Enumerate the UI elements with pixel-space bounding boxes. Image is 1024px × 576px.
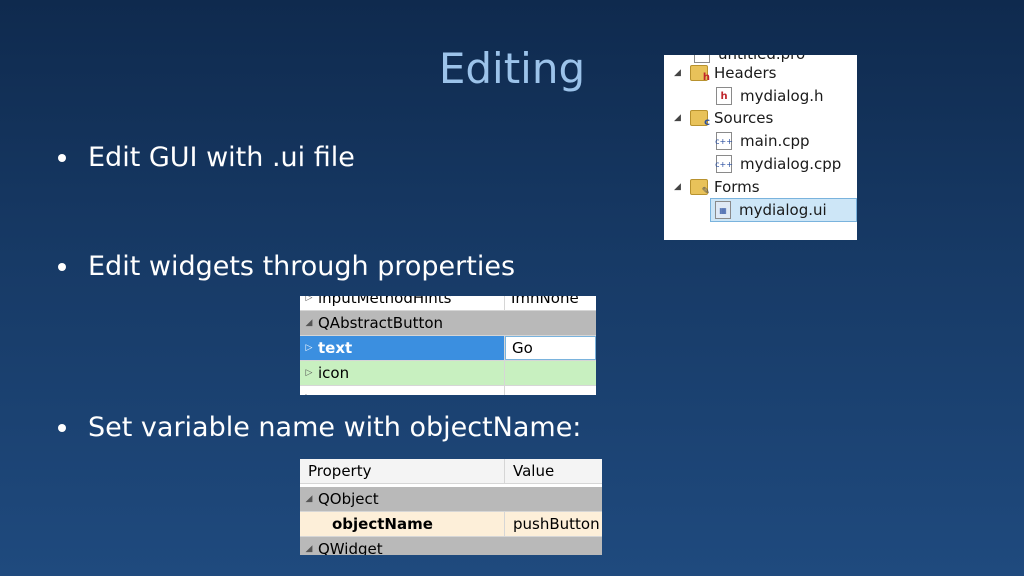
property-row-text[interactable]: ▷ text Go [300,336,596,361]
bullet-dot [58,153,66,162]
property-group-qobject[interactable]: ◢ QObject [300,487,602,512]
cpp-file-icon: c++ [715,155,733,173]
cpp-file-icon: c++ [715,132,733,150]
headers-folder-icon: h [690,65,710,83]
header-file-icon: h [716,87,732,105]
collapse-arrow-icon[interactable]: ◢ [674,113,684,123]
tree-folder-headers-label: Headers [714,64,777,82]
bullet-2: Edit widgets through properties [58,251,515,282]
column-header-property[interactable]: Property [308,462,371,480]
expand-arrow-icon: ▷ [305,368,313,378]
bullet-3-text: Set variable name with objectName: [88,412,582,443]
collapse-arrow-icon[interactable]: ◢ [674,68,684,78]
ui-file-icon: ▦ [715,201,731,219]
tree-file-main[interactable]: c++ main.cpp [715,130,810,152]
property-row-objectname[interactable]: objectName pushButton [300,512,602,537]
property-group-label: QObject [318,490,379,508]
collapse-arrow-icon: ◢ [305,318,313,328]
tree-folder-forms-label: Forms [714,178,760,196]
tree-file-header-label: mydialog.h [740,87,824,105]
property-group-qabstractbutton[interactable]: ◢ QAbstractButton [300,311,596,336]
property-group-label: QAbstractButton [318,314,444,332]
property-name: icon [318,364,350,382]
tree-file-ui[interactable]: ▦ mydialog.ui [710,198,857,222]
property-group-label: QWidget [318,540,383,555]
expand-arrow-icon: ▷ [305,343,313,353]
bullet-3: Set variable name with objectName: [58,412,581,443]
collapse-arrow-icon: ◢ [305,494,313,504]
collapse-arrow-icon: ◢ [305,544,313,554]
property-name: objectName [332,515,433,533]
bullet-dot [58,262,66,271]
property-header-row: Property Value [300,459,602,484]
property-value-objectname[interactable]: pushButton [513,515,600,533]
tree-file-main-label: main.cpp [740,132,810,150]
property-row-inputmethodhints[interactable]: ▷ inputMethodHints ImhNone [300,296,596,311]
project-tree-panel: untitled.pro ◢ h Headers h mydialog.h ◢ … [664,55,857,240]
property-value: ImhNone [511,296,579,307]
property-editor-object: Property Value ◢ QObject objectName push… [300,459,602,555]
collapse-arrow-icon[interactable]: ◢ [674,182,684,192]
tree-file-header[interactable]: h mydialog.h [716,85,824,107]
bullet-1-text: Edit GUI with .ui file [88,142,355,173]
tree-file-mydialog-cpp-label: mydialog.cpp [740,155,842,173]
tree-folder-forms[interactable]: ◢ ✎ Forms [674,176,760,198]
tree-file-ui-label: mydialog.ui [739,201,827,219]
property-name: inputMethodHints [318,296,452,307]
bullet-dot [58,423,66,432]
property-group-qwidget[interactable]: ◢ QWidget [300,537,602,555]
column-header-value[interactable]: Value [513,462,554,480]
slide-title: Editing [438,44,586,93]
sources-folder-icon: c [690,110,710,128]
expand-arrow-icon: ▷ [305,296,313,303]
tree-folder-sources-label: Sources [714,109,774,127]
tree-folder-sources[interactable]: ◢ c Sources [674,107,773,129]
property-value-text-input[interactable]: Go [512,339,533,357]
forms-folder-icon: ✎ [690,179,710,197]
property-row-partial: ▷ [300,386,596,395]
tree-folder-headers[interactable]: ◢ h Headers [674,62,776,84]
expand-arrow-icon: ▷ [300,393,318,395]
bullet-1: Edit GUI with .ui file [58,142,355,173]
property-row-icon[interactable]: ▷ icon [300,361,596,386]
tree-file-mydialog-cpp[interactable]: c++ mydialog.cpp [715,153,842,175]
property-name: text [318,339,353,357]
property-editor-button: ▷ inputMethodHints ImhNone ◢ QAbstractBut… [300,296,596,395]
bullet-2-text: Edit widgets through properties [88,251,516,282]
